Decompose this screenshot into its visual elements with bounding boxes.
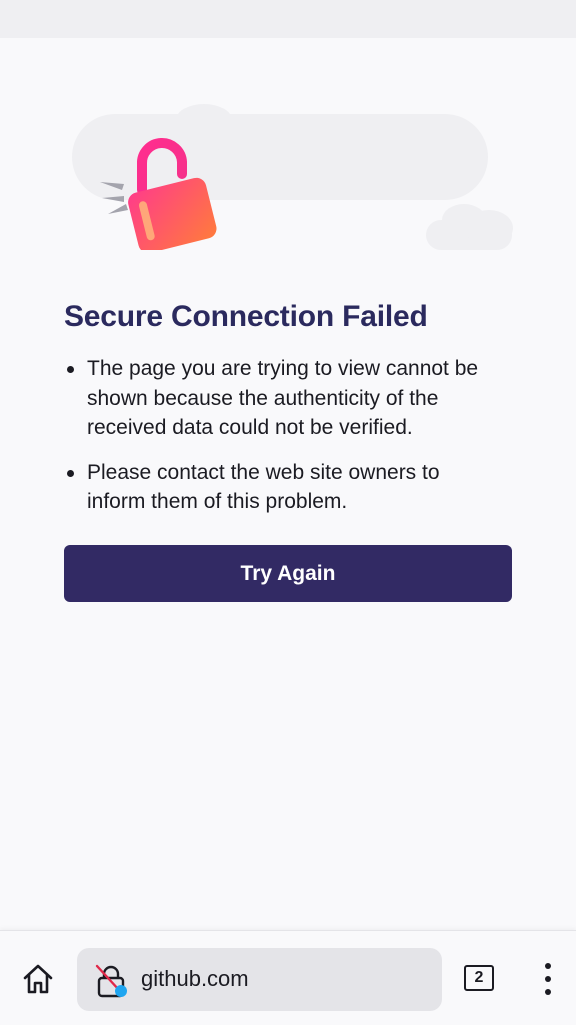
kebab-menu-icon <box>545 963 551 969</box>
menu-button[interactable] <box>532 961 564 997</box>
broken-lock-illustration <box>72 104 513 250</box>
try-again-button[interactable]: Try Again <box>64 545 512 602</box>
tab-count-badge: 2 <box>464 965 494 991</box>
url-bar[interactable]: github.com <box>77 948 442 1011</box>
page-title: Secure Connection Failed <box>64 300 428 333</box>
error-details-list: The page you are trying to view cannot b… <box>64 354 494 532</box>
list-item: The page you are trying to view cannot b… <box>64 354 494 443</box>
bottom-toolbar: github.com 2 <box>0 930 576 1025</box>
home-icon <box>23 964 53 994</box>
insecure-lock-icon[interactable] <box>93 964 129 998</box>
url-text[interactable]: github.com <box>141 966 249 992</box>
status-bar <box>0 0 576 38</box>
tabs-button[interactable]: 2 <box>462 963 496 993</box>
home-button[interactable] <box>16 959 60 999</box>
error-page: Secure Connection Failed The page you ar… <box>0 38 576 930</box>
list-item: Please contact the web site owners to in… <box>64 458 494 517</box>
